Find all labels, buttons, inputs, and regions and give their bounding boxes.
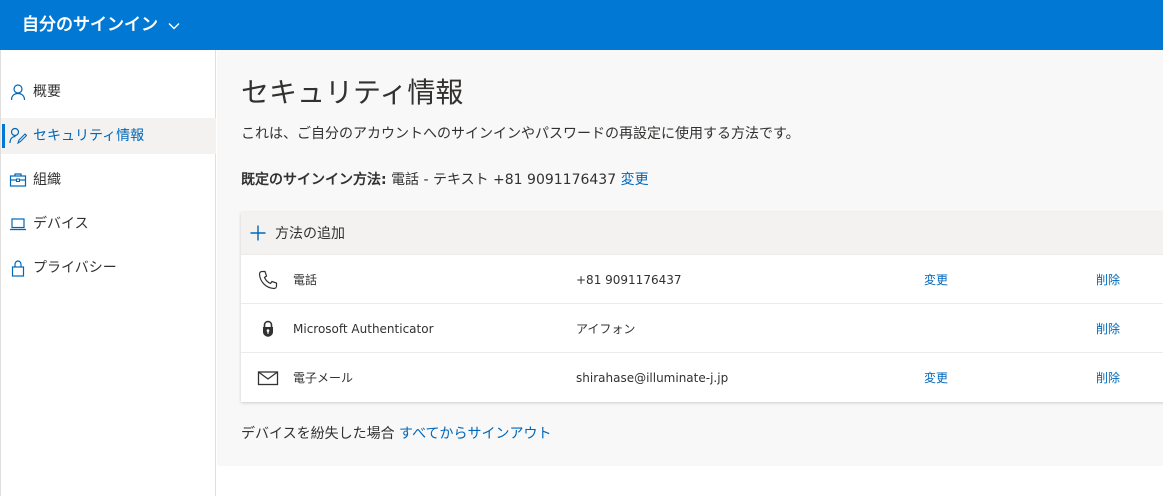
sign-out-everywhere-link[interactable]: すべてからサインアウト [399, 426, 551, 442]
change-method-link[interactable]: 変更 [924, 369, 948, 387]
phone-icon [258, 270, 278, 290]
app-title-menu[interactable]: 自分のサインイン [22, 13, 180, 37]
methods-card: 方法の追加 電話 +81 9091176437 変更 削除 Microsoft … [241, 212, 1163, 402]
method-name: 電話 [293, 273, 318, 287]
method-row-email: 電子メール shirahase@illuminate-j.jp 変更 削除 [241, 352, 1163, 402]
page-title: セキュリティ情報 [241, 76, 464, 109]
person-icon [10, 84, 26, 101]
sidebar-item-label: デバイス [33, 216, 89, 232]
lost-device-text: デバイスを紛失した場合 [241, 426, 395, 442]
method-detail: アイフォン [576, 322, 636, 336]
default-signin-method: 既定のサインイン方法: 電話 - テキスト +81 9091176437 変更 [241, 170, 649, 190]
delete-method-link[interactable]: 削除 [1096, 320, 1120, 338]
lock-icon [11, 260, 25, 277]
default-method-value: 電話 - テキスト +81 9091176437 [391, 172, 617, 188]
sidebar-item-label: 概要 [33, 84, 61, 100]
method-row-authenticator: Microsoft Authenticator アイフォン 削除 [241, 303, 1163, 353]
sidebar-item-organization[interactable]: 組織 [1, 162, 216, 198]
sidebar-item-label: プライバシー [33, 260, 117, 276]
method-detail: shirahase@illuminate-j.jp [576, 371, 729, 385]
sidebar-item-privacy[interactable]: プライバシー [1, 250, 216, 286]
authenticator-icon [263, 320, 273, 337]
plus-icon [250, 225, 266, 241]
laptop-icon [10, 218, 26, 231]
app-title: 自分のサインイン [22, 15, 158, 35]
sidebar-item-label: 組織 [33, 172, 61, 188]
sidebar-item-overview[interactable]: 概要 [1, 74, 216, 110]
sidebar-item-label: セキュリティ情報 [33, 128, 145, 144]
method-name: Microsoft Authenticator [293, 322, 434, 336]
page-description: これは、ご自分のアカウントへのサインインやパスワードの再設定に使用する方法です。 [241, 126, 800, 142]
sidebar: 概要 セキュリティ情報 組織 デバイス プライバシー [0, 50, 216, 496]
mail-icon [257, 371, 279, 386]
change-method-link[interactable]: 変更 [924, 271, 948, 289]
add-method-button[interactable]: 方法の追加 [241, 212, 1163, 254]
default-method-label: 既定のサインイン方法: [241, 172, 387, 188]
delete-method-link[interactable]: 削除 [1096, 369, 1120, 387]
top-bar: 自分のサインイン [0, 0, 1163, 50]
delete-method-link[interactable]: 削除 [1096, 271, 1120, 289]
lost-device-section: デバイスを紛失した場合 すべてからサインアウト [241, 424, 552, 444]
method-row-phone: 電話 +81 9091176437 変更 削除 [241, 254, 1163, 304]
method-name: 電子メール [293, 371, 354, 385]
sidebar-item-security-info[interactable]: セキュリティ情報 [1, 118, 216, 154]
change-default-method-link[interactable]: 変更 [621, 172, 649, 188]
security-info-icon [9, 127, 27, 145]
main-content: セキュリティ情報 これは、ご自分のアカウントへのサインインやパスワードの再設定に… [217, 50, 1163, 466]
method-detail: +81 9091176437 [576, 273, 682, 287]
chevron-down-icon [168, 22, 180, 29]
briefcase-icon [9, 173, 27, 187]
sidebar-item-devices[interactable]: デバイス [1, 206, 216, 242]
add-method-label: 方法の追加 [275, 226, 345, 242]
